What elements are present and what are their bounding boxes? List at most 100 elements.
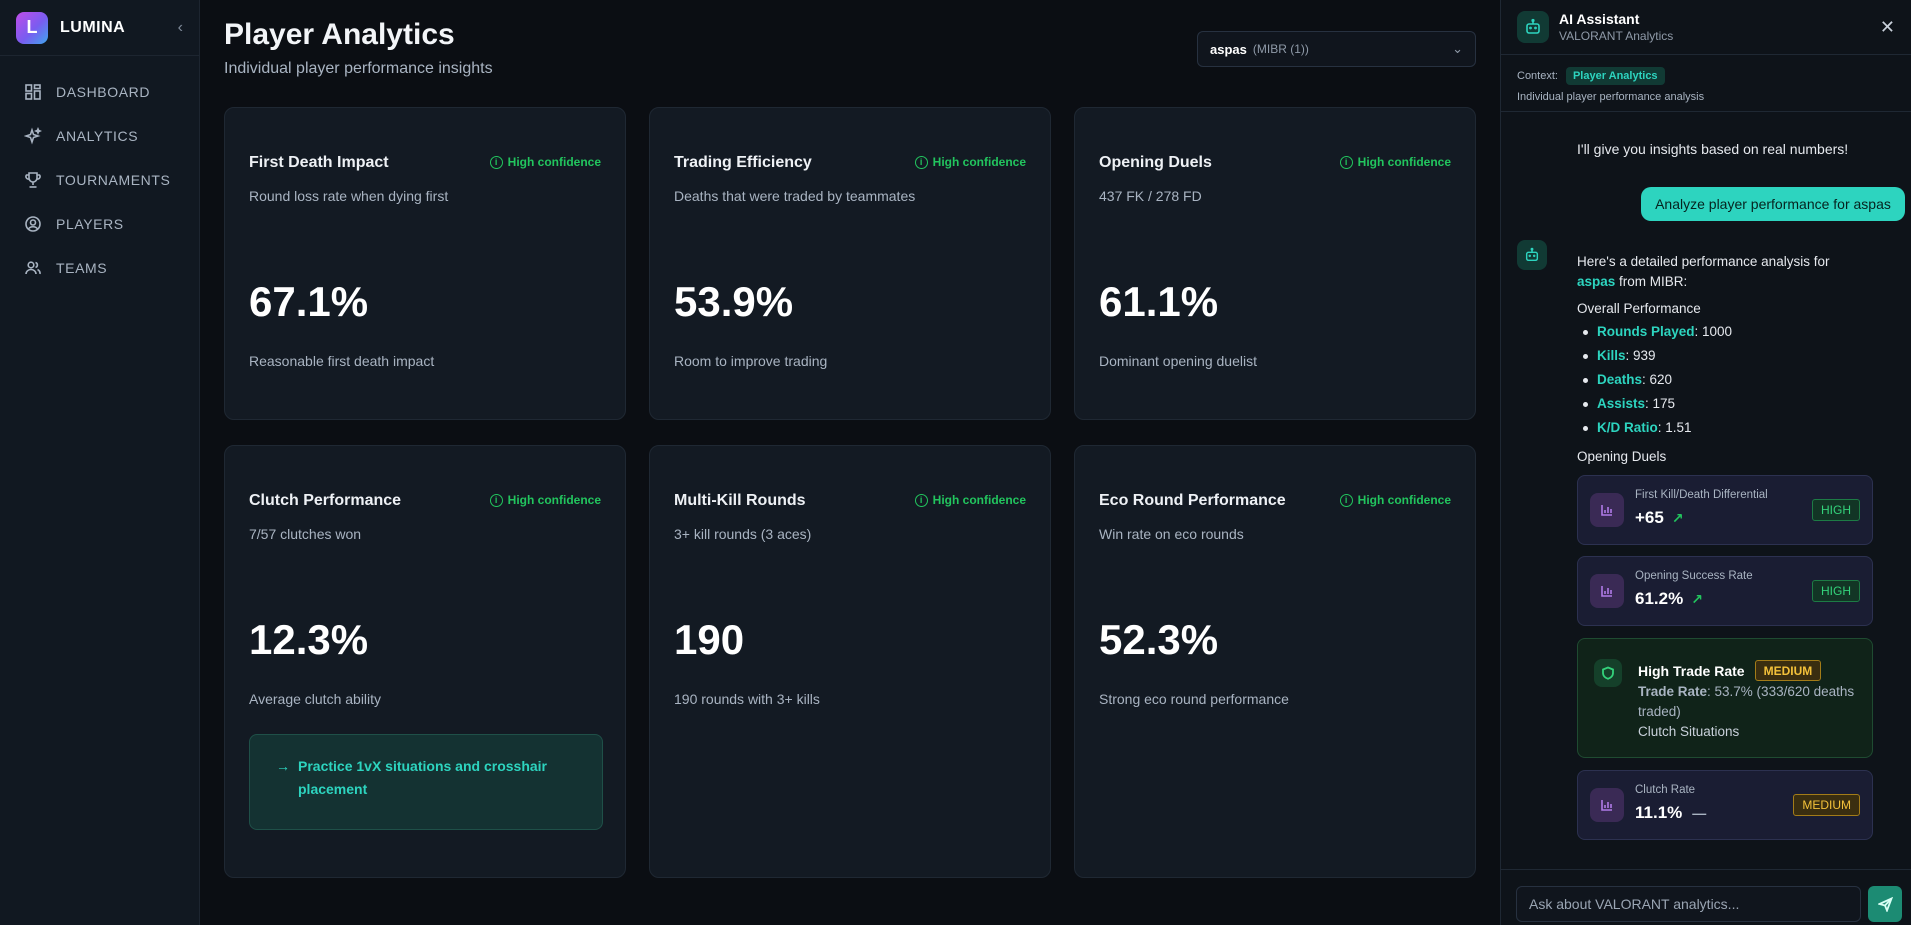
reply-line: from MIBR: (1615, 274, 1688, 289)
player-select[interactable]: aspas (MIBR (1)) ⌄ (1197, 31, 1476, 67)
chat-composer (1500, 869, 1911, 925)
trending-up-icon: ↗ (1671, 509, 1684, 526)
confidence-badge: i High confidence (914, 493, 1026, 507)
metric-label: Clutch Rate (1635, 784, 1696, 796)
send-button[interactable] (1868, 886, 1902, 922)
grid-icon (25, 84, 41, 100)
info-icon: i (489, 493, 503, 507)
confidence-badge: i High confidence (1339, 155, 1451, 169)
sidebar-item-label: ANALYTICS (56, 128, 139, 144)
stat-value: : 175 (1645, 396, 1676, 411)
confidence-badge: i High confidence (1339, 493, 1451, 507)
chevron-down-icon: ⌄ (1452, 41, 1463, 56)
context-description: Individual player performance analysis (1517, 91, 1705, 103)
arrow-right-icon: → (276, 758, 290, 774)
page-subtitle: Individual player performance insights (224, 60, 493, 77)
status-badge: MEDIUM (1754, 660, 1822, 681)
metric-fk-fd-differential: First Kill/Death Differential +65 ↗ HIGH (1577, 475, 1873, 545)
chat-input[interactable] (1516, 886, 1861, 922)
trophy-icon (25, 172, 41, 188)
info-icon: i (914, 493, 928, 507)
card-title: Eco Round Performance (1099, 492, 1286, 509)
sparkles-icon (24, 127, 42, 145)
context-bar: Context: Player Analytics Individual pla… (1501, 55, 1911, 112)
opening-heading: Opening Duels (1577, 449, 1667, 464)
collapse-sidebar-icon[interactable]: ‹ (178, 19, 183, 37)
bot-avatar (1517, 11, 1549, 43)
close-icon[interactable]: ✕ (1880, 17, 1895, 38)
selected-player-team: (MIBR (1)) (1252, 42, 1309, 56)
card-subtitle: 7/57 clutches won (249, 526, 362, 542)
assistant-title: AI Assistant (1559, 11, 1640, 27)
card-value: 67.1% (249, 278, 369, 325)
assistant-reply: Here's a detailed performance analysis f… (1577, 252, 1877, 467)
assistant-header: AI Assistant VALORANT Analytics ✕ (1501, 0, 1911, 55)
metric-label: First Kill/Death Differential (1635, 489, 1768, 501)
card-value: 53.9% (674, 278, 794, 325)
sidebar-item-teams[interactable]: TEAMS (0, 246, 199, 290)
status-badge: HIGH (1812, 580, 1860, 602)
confidence-label: High confidence (1357, 155, 1451, 169)
card-subtitle: Round loss rate when dying first (249, 188, 449, 204)
metric-card-trading-efficiency: Trading Efficiency i High confidence Deat… (649, 107, 1051, 420)
list-item: Assists: 175 (1583, 392, 1877, 416)
metric-opening-success-rate: Opening Success Rate 61.2% ↗ HIGH (1577, 556, 1873, 626)
sidebar-item-analytics[interactable]: ANALYTICS (0, 114, 199, 158)
card-title: Opening Duels (1099, 154, 1212, 171)
bar-chart-icon (1590, 574, 1624, 608)
confidence-label: High confidence (1357, 493, 1451, 507)
card-note: Dominant opening duelist (1099, 353, 1257, 369)
list-item: Rounds Played: 1000 (1583, 320, 1877, 344)
metric-card-eco-round-performance: Eco Round Performance i High confidence W… (1074, 445, 1476, 878)
sidebar-item-players[interactable]: PLAYERS (0, 202, 199, 246)
sidebar-item-tournaments[interactable]: TOURNAMENTS (0, 158, 199, 202)
card-title: Trading Efficiency (674, 154, 812, 171)
metric-clutch-rate: Clutch Rate 11.1% — MEDIUM (1577, 770, 1873, 840)
bar-chart-icon (1590, 493, 1624, 527)
card-title: Multi-Kill Rounds (674, 492, 806, 509)
confidence-label: High confidence (932, 155, 1026, 169)
main-content: Player Analytics Individual player perfo… (200, 0, 1500, 925)
status-badge: HIGH (1812, 499, 1860, 521)
stat-label: Deaths (1597, 372, 1643, 387)
overall-heading: Overall Performance (1577, 301, 1701, 316)
stats-list: Rounds Played: 1000 Kills: 939 Deaths: 6… (1577, 320, 1877, 440)
stat-value: : 939 (1625, 348, 1656, 363)
info-icon: i (1339, 155, 1353, 169)
context-label: Context: (1517, 70, 1558, 82)
card-note: Room to improve trading (674, 353, 828, 369)
send-icon (1877, 896, 1893, 912)
page-title: Player Analytics (224, 18, 455, 51)
metric-card-first-death-impact: First Death Impact i High confidence Roun… (224, 107, 626, 420)
card-value: 52.3% (1099, 616, 1219, 663)
bot-icon (1526, 18, 1540, 34)
brand-header: L LUMINA ‹ (0, 0, 199, 56)
stat-value: : 620 (1642, 372, 1673, 387)
reply-intro: Here's a detailed performance analysis f… (1577, 252, 1877, 292)
confidence-label: High confidence (507, 155, 601, 169)
list-item: Deaths: 620 (1583, 368, 1877, 392)
confidence-label: High confidence (507, 493, 601, 507)
bot-icon (1525, 247, 1539, 262)
practice-tip[interactable]: → Practice 1vX situations and crosshair … (249, 734, 603, 830)
card-value: 12.3% (249, 616, 369, 663)
confidence-badge: i High confidence (489, 155, 601, 169)
confidence-badge: i High confidence (489, 493, 601, 507)
status-badge: MEDIUM (1793, 794, 1860, 816)
shield-icon (1594, 659, 1622, 687)
context-pill: Player Analytics (1565, 67, 1665, 85)
metric-label: Opening Success Rate (1635, 570, 1753, 582)
metric-value: +65 (1635, 508, 1664, 527)
user-circle-icon (25, 216, 41, 232)
sidebar-item-dashboard[interactable]: DASHBOARD (0, 70, 199, 114)
stat-label: K/D Ratio (1597, 420, 1658, 435)
reply-line: Here's a detailed performance analysis f… (1577, 254, 1830, 269)
selected-player-name: aspas (1210, 41, 1247, 57)
stat-value: : 1.51 (1657, 420, 1692, 435)
stat-label: Assists (1597, 396, 1646, 411)
info-icon: i (1339, 493, 1353, 507)
card-value: 190 (674, 616, 745, 663)
stat-value: : 1000 (1694, 324, 1733, 339)
assistant-subtitle: VALORANT Analytics (1559, 29, 1674, 43)
bar-chart-icon (1590, 788, 1624, 822)
